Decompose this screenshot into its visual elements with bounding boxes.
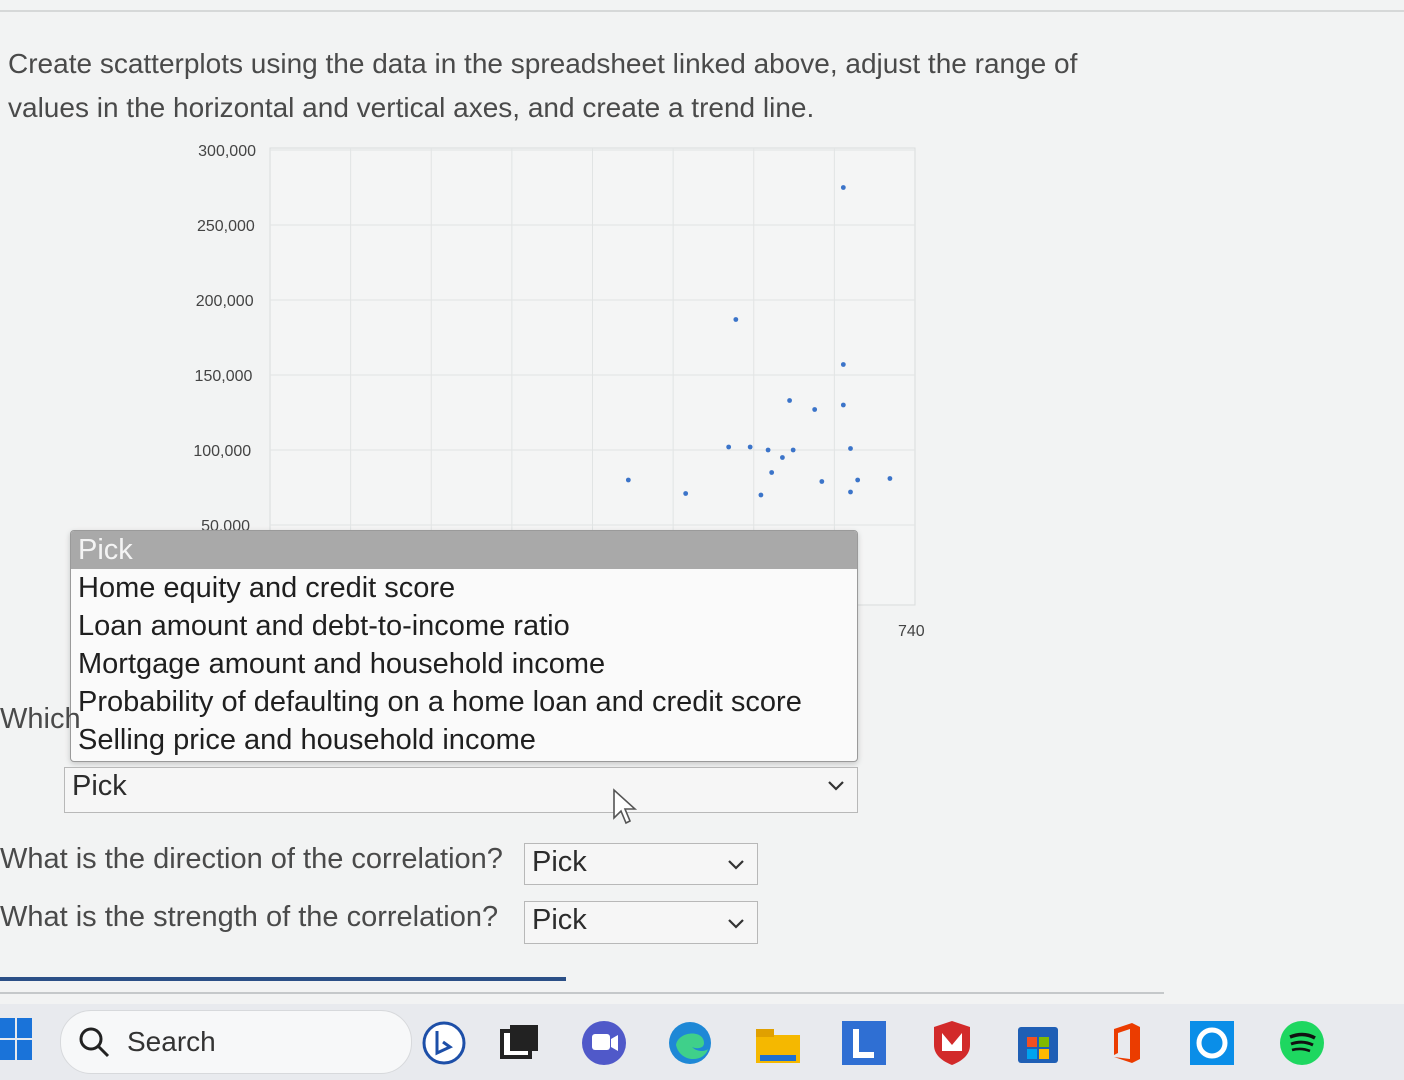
office-icon[interactable] xyxy=(1102,1019,1150,1067)
taskbar-search-box[interactable]: Search xyxy=(60,1010,412,1074)
task-view-icon[interactable] xyxy=(496,1019,544,1067)
y-axis-ticks: 300,000250,000200,000150,000100,00050,00… xyxy=(193,143,256,535)
y-tick-label: 200,000 xyxy=(196,293,254,310)
strength-select-value: Pick xyxy=(532,904,587,936)
data-point xyxy=(726,444,732,450)
cortana-icon[interactable] xyxy=(1188,1019,1236,1067)
question-1-label: Which xyxy=(0,703,81,735)
data-point xyxy=(812,407,818,412)
answer-dropdown-list[interactable]: Pick Home equity and credit score Loan a… xyxy=(70,530,858,762)
data-point xyxy=(887,476,893,481)
data-point xyxy=(758,492,764,498)
data-point xyxy=(769,470,775,475)
data-point xyxy=(840,402,846,408)
dropdown-option-selling-price[interactable]: Selling price and household income xyxy=(71,721,857,759)
data-point xyxy=(848,489,853,495)
dropdown-option-home-equity[interactable]: Home equity and credit score xyxy=(71,569,857,607)
question-2-label: What is the direction of the correlation… xyxy=(0,843,503,875)
data-point xyxy=(855,477,861,483)
y-tick-label: 250,000 xyxy=(197,218,255,235)
taskbar: Search xyxy=(0,1004,1404,1080)
question-1-select[interactable]: Pick xyxy=(64,767,858,813)
data-point xyxy=(683,491,689,496)
microsoft-store-icon[interactable] xyxy=(1014,1019,1062,1067)
dropdown-option-probability-default[interactable]: Probability of defaulting on a home loan… xyxy=(71,683,857,721)
mcafee-icon[interactable] xyxy=(928,1019,976,1067)
data-point xyxy=(819,479,825,484)
question-3-label: What is the strength of the correlation? xyxy=(0,901,499,933)
y-tick-label: 150,000 xyxy=(195,368,253,385)
windows-start-icon[interactable] xyxy=(0,1016,34,1062)
dropdown-option-loan-amount[interactable]: Loan amount and debt-to-income ratio xyxy=(71,607,857,645)
direction-select-value: Pick xyxy=(532,846,587,878)
chevron-down-icon xyxy=(728,860,744,870)
strength-select[interactable]: Pick xyxy=(524,901,758,944)
l-app-icon[interactable] xyxy=(840,1019,888,1067)
data-point xyxy=(625,477,631,483)
chevron-down-icon xyxy=(828,781,844,791)
teams-chat-icon[interactable] xyxy=(580,1019,628,1067)
data-point xyxy=(787,398,792,403)
file-explorer-icon[interactable] xyxy=(754,1019,802,1067)
instructions-line-1: Create scatterplots using the data in th… xyxy=(8,48,1078,79)
instructions: Create scatterplots using the data in th… xyxy=(8,42,1188,130)
top-divider xyxy=(0,10,1404,12)
spotify-icon[interactable] xyxy=(1278,1019,1326,1067)
progress-track xyxy=(0,992,1164,994)
search-icon xyxy=(79,1027,110,1058)
edge-icon[interactable] xyxy=(666,1019,714,1067)
data-point xyxy=(848,446,853,451)
progress-fill xyxy=(0,977,566,981)
y-tick-label: 300,000 xyxy=(198,143,256,160)
data-point xyxy=(733,317,739,322)
dropdown-option-pick[interactable]: Pick xyxy=(71,531,857,569)
y-tick-label: 100,000 xyxy=(193,443,251,460)
data-point xyxy=(780,455,785,460)
data-point xyxy=(747,444,753,450)
x-tick-label: 740 xyxy=(898,623,925,640)
data-point xyxy=(840,185,846,190)
bing-icon[interactable] xyxy=(420,1019,468,1067)
search-label: Search xyxy=(127,1026,216,1057)
data-point xyxy=(790,447,796,453)
data-point xyxy=(765,447,771,453)
mouse-pointer-icon xyxy=(612,788,638,826)
data-point xyxy=(840,362,846,367)
instructions-line-2: values in the horizontal and vertical ax… xyxy=(8,92,815,123)
chevron-down-icon xyxy=(728,919,744,929)
direction-select[interactable]: Pick xyxy=(524,843,758,885)
dropdown-option-mortgage-amount[interactable]: Mortgage amount and household income xyxy=(71,645,857,683)
question-1-select-value: Pick xyxy=(72,770,127,802)
